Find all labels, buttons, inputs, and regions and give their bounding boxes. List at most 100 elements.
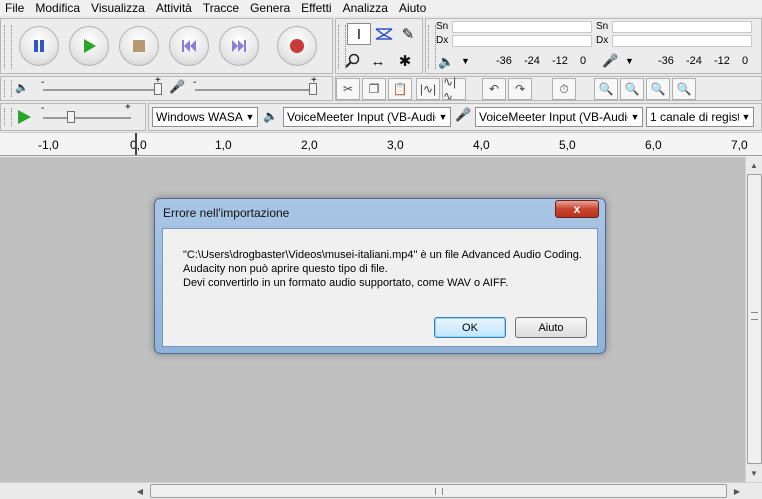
record-volume-slider[interactable] xyxy=(195,89,313,91)
record-left-label: Sn xyxy=(596,21,609,32)
record-meter-right[interactable] xyxy=(612,35,752,47)
record-icon xyxy=(290,39,304,53)
grip-icon xyxy=(751,312,758,320)
timeline-ruler[interactable]: -1,0 0,0 1,0 2,0 3,0 4,0 5,0 6,0 7,0 xyxy=(0,132,762,156)
horizontal-scrollbar[interactable]: ◀ ▶ xyxy=(0,482,762,499)
input-channels-select[interactable]: 1 canale di registr ▼ xyxy=(646,107,754,127)
chevron-down-icon: ▼ xyxy=(628,108,642,126)
import-error-dialog: Errore nell'importazione x "C:\Users\dro… xyxy=(154,198,606,354)
toolbar-grip[interactable] xyxy=(4,108,12,126)
zoom-tool-icon[interactable] xyxy=(340,50,364,72)
slider-minus-icon: - xyxy=(41,77,45,88)
mixer-toolbar: 🔈 - + 🎤 - + xyxy=(0,75,333,101)
menu-visualizza[interactable]: Visualizza xyxy=(86,1,151,15)
input-device-value: VoiceMeeter Input (VB-Audio V xyxy=(479,110,643,124)
menu-modifica[interactable]: Modifica xyxy=(30,1,86,15)
menu-effetti[interactable]: Effetti xyxy=(296,1,337,15)
play-speed-slider[interactable] xyxy=(43,117,131,119)
microphone-icon: 🎤 xyxy=(455,107,472,122)
audio-host-select[interactable]: Windows WASAP ▼ xyxy=(152,107,258,127)
zoom-in-button[interactable]: 🔍 xyxy=(594,78,618,100)
play-at-speed-button[interactable] xyxy=(13,107,35,127)
speaker-icon[interactable]: 🔈 xyxy=(438,54,454,70)
playback-meter-menu-icon[interactable]: ▼ xyxy=(461,56,470,66)
record-meter-menu-icon[interactable]: ▼ xyxy=(625,56,634,66)
undo-button[interactable]: ↶ xyxy=(482,78,506,100)
toolbar-grip[interactable] xyxy=(4,25,12,69)
play-speed-thumb[interactable] xyxy=(67,111,75,123)
trim-button[interactable]: |∿| xyxy=(416,78,440,100)
error-message-line: Audacity non può aprire questo tipo di f… xyxy=(183,263,388,275)
play-button[interactable] xyxy=(69,26,109,66)
play-icon xyxy=(18,110,31,124)
play-at-speed-toolbar: - + xyxy=(0,102,146,131)
chevron-down-icon: ▼ xyxy=(243,108,257,126)
record-meter-left[interactable] xyxy=(612,21,752,33)
playhead-marker[interactable] xyxy=(135,133,137,155)
slider-plus-icon: + xyxy=(311,75,317,86)
slider-minus-icon: - xyxy=(41,103,45,114)
scroll-up-icon[interactable]: ▲ xyxy=(746,157,762,173)
zoom-out-button[interactable]: 🔍 xyxy=(620,78,644,100)
scroll-down-icon[interactable]: ▼ xyxy=(746,465,762,481)
menu-file[interactable]: File xyxy=(0,1,30,15)
fit-project-button[interactable]: 🔍 xyxy=(672,78,696,100)
menu-aiuto[interactable]: Aiuto xyxy=(394,1,432,15)
microphone-icon[interactable]: 🎤 xyxy=(602,53,618,69)
vertical-scroll-thumb[interactable] xyxy=(747,174,762,464)
horizontal-scroll-thumb[interactable] xyxy=(150,484,727,498)
speaker-icon: 🔈 xyxy=(15,82,29,94)
menu-genera[interactable]: Genera xyxy=(245,1,296,15)
ok-button[interactable]: OK xyxy=(434,317,506,338)
playback-meter-right[interactable] xyxy=(452,35,592,47)
envelope-tool-icon[interactable] xyxy=(372,23,396,45)
play-icon xyxy=(84,39,96,53)
playback-tick: 0 xyxy=(580,55,587,67)
multi-tool-icon[interactable]: ✱ xyxy=(393,50,417,72)
microphone-icon: 🎤 xyxy=(169,79,186,94)
record-tick: 0 xyxy=(742,55,749,67)
cut-button[interactable]: ✂ xyxy=(336,78,360,100)
skip-end-button[interactable] xyxy=(219,26,259,66)
menu-tracce[interactable]: Tracce xyxy=(198,1,245,15)
pause-button[interactable] xyxy=(19,26,59,66)
copy-button[interactable]: ❐ xyxy=(362,78,386,100)
fit-selection-button[interactable]: 🔍 xyxy=(646,78,670,100)
output-device-select[interactable]: VoiceMeeter Input (VB-Audio V ▼ xyxy=(283,107,451,127)
playback-right-label: Dx xyxy=(436,35,449,46)
ruler-label: 5,0 xyxy=(559,138,576,152)
playback-volume-slider[interactable] xyxy=(43,89,159,91)
ruler-label: 2,0 xyxy=(301,138,318,152)
input-device-select[interactable]: VoiceMeeter Input (VB-Audio V ▼ xyxy=(475,107,643,127)
help-button-label: Aiuto xyxy=(538,321,564,334)
silence-button[interactable]: ∿|∿ xyxy=(442,75,466,103)
paste-button[interactable]: 📋 xyxy=(388,78,412,100)
record-button[interactable] xyxy=(277,26,317,66)
edit-toolbar: ✂ ❐ 📋 |∿| ∿|∿ ↶ ↷ ⏱ 🔍 🔍 🔍 🔍 xyxy=(335,75,762,103)
menu-attivita[interactable]: Attività xyxy=(151,1,198,15)
error-message-line: "C:\Users\drogbaster\Videos\musei-italia… xyxy=(183,249,582,261)
output-device-value: VoiceMeeter Input (VB-Audio V xyxy=(287,110,451,124)
skip-end-icon xyxy=(232,40,246,52)
help-button[interactable]: Aiuto xyxy=(515,317,587,338)
toolbar-grip[interactable] xyxy=(4,80,12,97)
toolbar-grip[interactable] xyxy=(428,25,436,69)
speaker-icon: 🔈 xyxy=(263,109,278,123)
close-button[interactable]: x xyxy=(555,200,599,218)
skip-start-icon xyxy=(182,40,196,52)
redo-button[interactable]: ↷ xyxy=(508,78,532,100)
sync-lock-button[interactable]: ⏱ xyxy=(552,78,576,100)
playback-left-label: Sn xyxy=(436,21,449,32)
selection-tool-icon[interactable]: I xyxy=(347,23,371,45)
record-tick: -36 xyxy=(658,55,674,67)
menu-analizza[interactable]: Analizza xyxy=(338,1,394,15)
stop-icon xyxy=(133,40,145,52)
scroll-right-icon[interactable]: ▶ xyxy=(729,483,745,499)
vertical-scrollbar[interactable]: ▲ ▼ xyxy=(745,157,762,482)
playback-meter-left[interactable] xyxy=(452,21,592,33)
skip-start-button[interactable] xyxy=(169,26,209,66)
draw-tool-icon[interactable]: ✎ xyxy=(396,23,420,45)
scroll-left-icon[interactable]: ◀ xyxy=(132,483,148,499)
stop-button[interactable] xyxy=(119,26,159,66)
timeshift-tool-icon[interactable]: ↔ xyxy=(366,50,390,72)
